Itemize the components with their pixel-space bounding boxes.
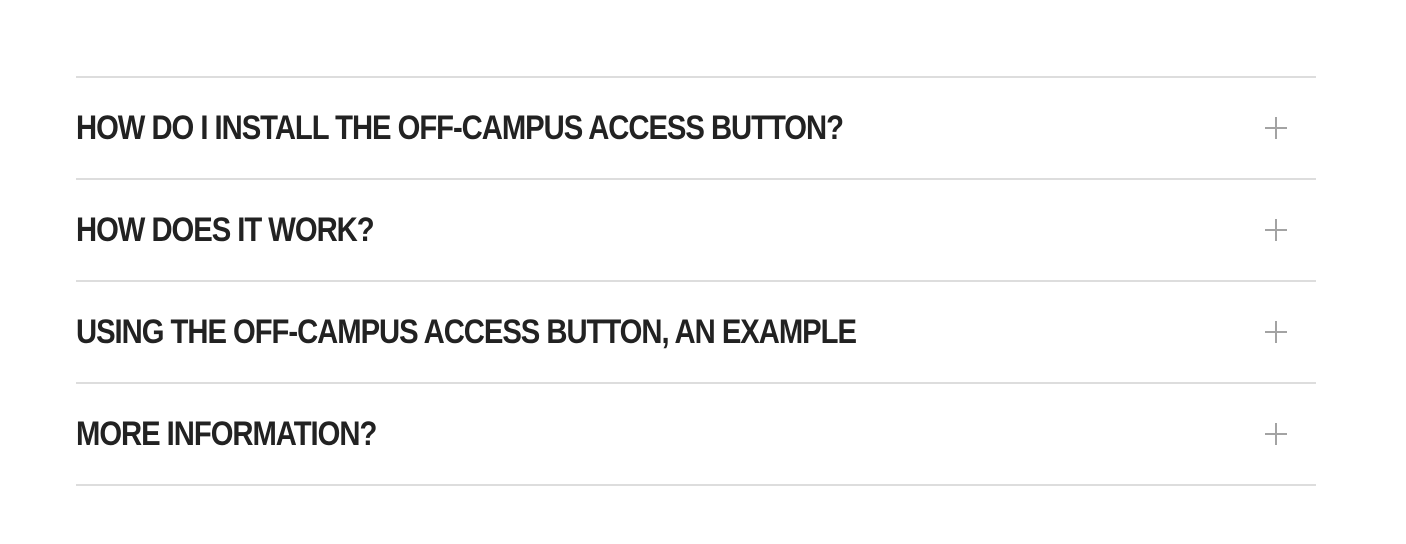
plus-icon[interactable] xyxy=(1265,321,1287,343)
accordion-title: USING THE OFF-CAMPUS ACCESS BUTTON, AN E… xyxy=(76,312,857,351)
accordion-item-example[interactable]: USING THE OFF-CAMPUS ACCESS BUTTON, AN E… xyxy=(76,282,1316,384)
accordion-item-how-it-works[interactable]: HOW DOES IT WORK? xyxy=(76,180,1316,282)
faq-accordion: HOW DO I INSTALL THE OFF-CAMPUS ACCESS B… xyxy=(76,76,1316,486)
plus-icon[interactable] xyxy=(1265,117,1287,139)
accordion-title: HOW DOES IT WORK? xyxy=(76,210,375,249)
accordion-title: HOW DO I INSTALL THE OFF-CAMPUS ACCESS B… xyxy=(76,108,844,147)
accordion-title: MORE INFORMATION? xyxy=(76,414,377,453)
accordion-item-install[interactable]: HOW DO I INSTALL THE OFF-CAMPUS ACCESS B… xyxy=(76,78,1316,180)
plus-icon[interactable] xyxy=(1265,423,1287,445)
plus-icon[interactable] xyxy=(1265,219,1287,241)
accordion-item-more-information[interactable]: MORE INFORMATION? xyxy=(76,384,1316,486)
